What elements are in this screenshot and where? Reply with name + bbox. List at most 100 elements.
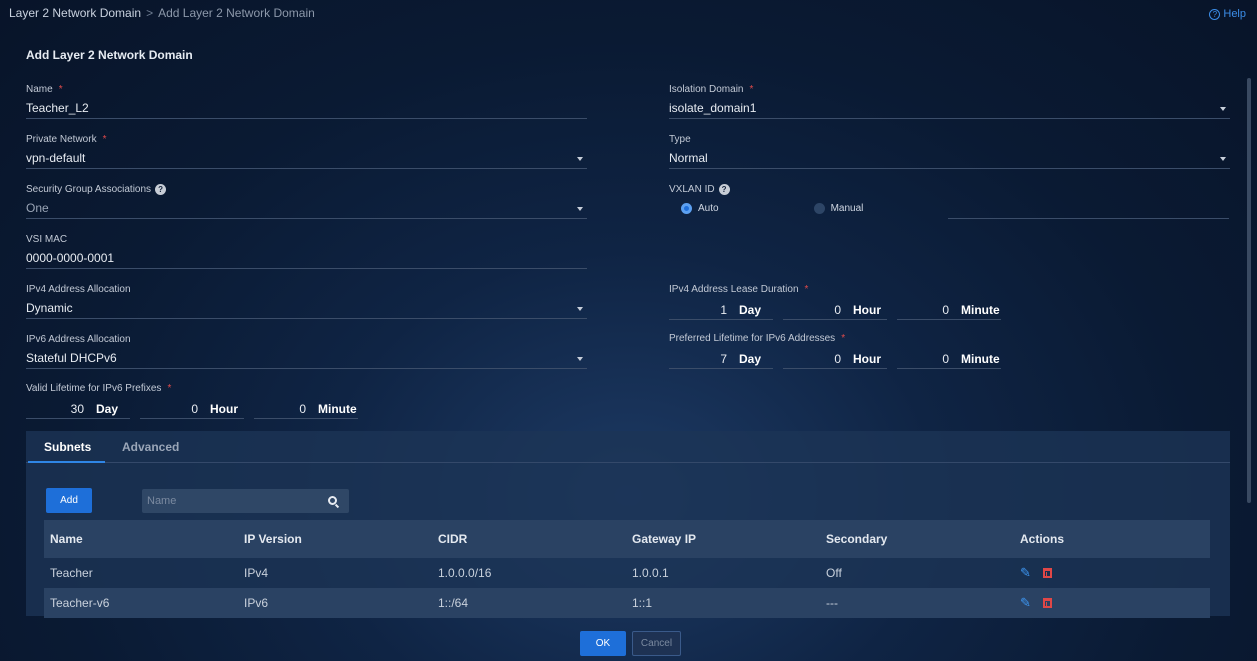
tab-subnets[interactable]: Subnets [44, 440, 91, 454]
chevron-down-icon [577, 357, 583, 361]
security-group-label: Security Group Associations [26, 183, 152, 195]
cell-cidr: 1::/64 [438, 596, 469, 610]
type-select[interactable]: Normal [669, 149, 1230, 169]
cell-name: Teacher [50, 566, 93, 580]
hour-unit: Hour [853, 352, 881, 366]
required-marker: * [102, 133, 107, 145]
name-input[interactable]: Teacher_L2 [26, 99, 587, 119]
tab-advanced[interactable]: Advanced [122, 440, 179, 454]
cell-actions: ✎ [1014, 558, 1208, 588]
question-icon[interactable]: ? [718, 183, 730, 195]
search-icon[interactable] [328, 496, 337, 505]
preferred-lifetime-minute-input[interactable]: 0 Minute [897, 349, 1001, 369]
ipv4-allocation-field: IPv4 Address Allocation Dynamic [26, 283, 587, 319]
valid-lifetime-minute-input[interactable]: 0 Minute [254, 399, 358, 419]
chevron-down-icon [1220, 107, 1226, 111]
help-icon: ? [1209, 8, 1221, 20]
isolation-domain-value: isolate_domain1 [669, 101, 757, 115]
ipv4-allocation-value: Dynamic [26, 301, 73, 315]
vxlan-auto-radio[interactable]: Auto [681, 202, 719, 214]
page-scrollbar[interactable] [1247, 78, 1251, 503]
preferred-lifetime-day-input[interactable]: 7 Day [669, 349, 773, 369]
preferred-lifetime-day-value: 7 [720, 352, 727, 366]
vxlan-manual-radio[interactable]: Manual [813, 202, 864, 214]
ipv4-lease-day-input[interactable]: 1 Day [669, 300, 773, 320]
private-network-label: Private Network [26, 133, 97, 145]
search-placeholder: Name [147, 495, 177, 507]
preferred-lifetime-hour-input[interactable]: 0 Hour [783, 349, 887, 369]
required-marker: * [58, 83, 63, 95]
isolation-domain-select[interactable]: isolate_domain1 [669, 99, 1230, 119]
ipv4-lease-minute-value: 0 [942, 303, 949, 317]
day-unit: Day [739, 352, 762, 366]
private-network-select[interactable]: vpn-default [26, 149, 587, 169]
radio-unselected-icon [813, 202, 825, 214]
subnets-table: Name IP Version CIDR Gateway IP Secondar… [44, 520, 1210, 618]
delete-icon[interactable] [1042, 568, 1052, 578]
ipv4-allocation-label: IPv4 Address Allocation [26, 283, 131, 295]
vxlan-id-field: VXLAN ID? Auto Manual [669, 183, 1230, 219]
valid-lifetime-field: Valid Lifetime for IPv6 Prefixes * 30 Day … [26, 382, 358, 419]
subnets-panel: Subnets Advanced Add Name Name IP Versio… [26, 431, 1230, 618]
valid-lifetime-minute-value: 0 [299, 402, 306, 416]
ok-button[interactable]: OK [580, 631, 626, 656]
column-header-gateway-ip: Gateway IP [632, 532, 697, 546]
ipv6-allocation-select[interactable]: Stateful DHCPv6 [26, 349, 587, 369]
security-group-field: Security Group Associations? One [26, 183, 587, 219]
preferred-lifetime-field: Preferred Lifetime for IPv6 Addresses * 7… [669, 332, 1001, 369]
cell-actions: ✎ [1014, 588, 1208, 618]
help-link[interactable]: ? Help [1209, 8, 1246, 20]
vsi-mac-input[interactable]: 0000-0000-0001 [26, 249, 587, 269]
minute-unit: Minute [318, 402, 357, 416]
ipv4-lease-minute-input[interactable]: 0 Minute [897, 300, 1001, 320]
edit-icon[interactable]: ✎ [1020, 595, 1031, 611]
preferred-lifetime-minute-value: 0 [942, 352, 949, 366]
valid-lifetime-hour-input[interactable]: 0 Hour [140, 399, 244, 419]
cell-secondary: --- [826, 596, 838, 610]
column-header-secondary: Secondary [826, 532, 888, 546]
minute-unit: Minute [961, 352, 1000, 366]
ipv4-lease-label: IPv4 Address Lease Duration [669, 283, 799, 295]
page-title: Add Layer 2 Network Domain [26, 48, 193, 62]
chevron-down-icon [577, 207, 583, 211]
radio-selected-icon [681, 202, 692, 214]
ipv6-allocation-label: IPv6 Address Allocation [26, 333, 131, 345]
required-marker: * [749, 83, 754, 95]
cancel-button[interactable]: Cancel [632, 631, 681, 656]
required-marker: * [167, 382, 172, 394]
breadcrumb-parent[interactable]: Layer 2 Network Domain [9, 6, 141, 20]
breadcrumb: Layer 2 Network Domain > Add Layer 2 Netwo… [9, 6, 315, 20]
chevron-down-icon [577, 157, 583, 161]
vsi-mac-field: VSI MAC 0000-0000-0001 [26, 233, 587, 269]
security-group-select[interactable]: One [26, 199, 587, 219]
type-field: Type Normal [669, 133, 1230, 169]
cell-secondary: Off [826, 566, 842, 580]
subnet-search-input[interactable]: Name [142, 489, 349, 513]
valid-lifetime-day-input[interactable]: 30 Day [26, 399, 130, 419]
hour-unit: Hour [853, 303, 881, 317]
ipv4-lease-hour-input[interactable]: 0 Hour [783, 300, 887, 320]
ipv4-allocation-select[interactable]: Dynamic [26, 299, 587, 319]
cell-ip-version: IPv4 [244, 566, 269, 580]
vxlan-manual-label: Manual [830, 202, 864, 214]
cell-cidr: 1.0.0.0/16 [438, 566, 492, 580]
delete-icon[interactable] [1042, 598, 1052, 608]
question-icon[interactable]: ? [155, 183, 167, 195]
private-network-field: Private Network * vpn-default [26, 133, 587, 169]
vxlan-manual-input[interactable] [948, 199, 1229, 219]
edit-icon[interactable]: ✎ [1020, 565, 1031, 581]
column-header-ip-version: IP Version [244, 532, 302, 546]
private-network-value: vpn-default [26, 151, 86, 165]
ipv4-lease-field: IPv4 Address Lease Duration * 1 Day 0 Hour … [669, 283, 1001, 320]
type-value: Normal [669, 151, 708, 165]
valid-lifetime-day-value: 30 [70, 402, 84, 416]
type-label: Type [669, 133, 691, 145]
required-marker: * [804, 283, 809, 295]
add-subnet-button[interactable]: Add [46, 488, 92, 513]
day-unit: Day [96, 402, 119, 416]
isolation-domain-field: Isolation Domain * isolate_domain1 [669, 83, 1230, 119]
required-marker: * [841, 332, 846, 344]
vsi-mac-label: VSI MAC [26, 233, 68, 245]
breadcrumb-separator: > [146, 6, 154, 20]
minute-unit: Minute [961, 303, 1000, 317]
